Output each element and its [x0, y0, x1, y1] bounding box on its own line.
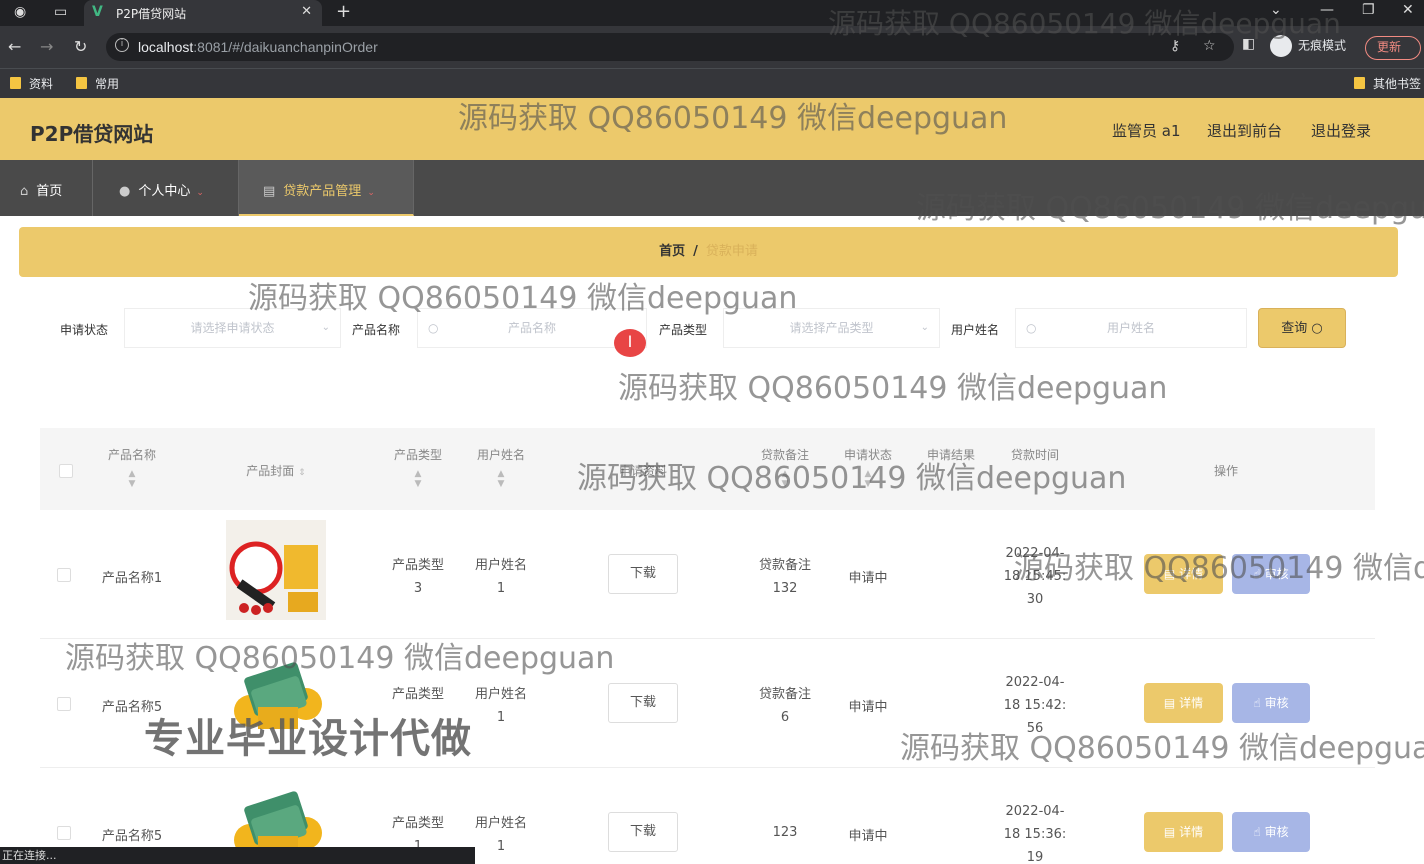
user-filter-label: 用户姓名 [951, 323, 1000, 337]
sort-icon[interactable]: ⇕ [298, 468, 306, 478]
folder-icon [10, 77, 21, 89]
name-filter-label: 产品名称 [352, 323, 401, 337]
row-checkbox[interactable] [57, 568, 71, 582]
logout-link[interactable]: 退出登录 [1311, 120, 1371, 141]
col-product-name[interactable]: 产品名称 ▲ ▼ [92, 446, 172, 489]
query-button[interactable]: 查询 ○ [1258, 308, 1346, 348]
bookmark-folder[interactable]: 常用 [76, 75, 119, 92]
address-url[interactable]: localhost:8081/#/daikuanchanpinOrder [138, 39, 378, 55]
chevron-down-icon: ⌄ [920, 322, 929, 333]
watermark-text: 源码获取 QQ86050149 微信deepguan [577, 461, 1127, 496]
download-button[interactable]: 下载 [608, 812, 678, 852]
status-filter-label: 申请状态 [60, 323, 109, 337]
watermark-text: 源码获取 QQ86050149 微信deepguar [900, 731, 1424, 766]
user-name-input[interactable]: ○ 用户姓名 [1015, 308, 1247, 348]
update-button[interactable]: 更新 [1365, 36, 1421, 60]
col-actions: 操作 [1213, 464, 1238, 478]
back-icon[interactable]: ← [8, 37, 21, 56]
cell-status: 申请中 [848, 829, 888, 844]
watermark-banner: 专业毕业设计代做 [144, 716, 472, 762]
cell-loan-remark: 贷款备注 132 [758, 558, 811, 596]
detail-button[interactable]: ▤ 详情 [1144, 683, 1223, 723]
thumb-up-icon: ☝ [1253, 825, 1261, 839]
document-icon: ▤ [1163, 825, 1176, 839]
watermark-text: 源码获取 QQ86050149 微信deepguan [248, 281, 798, 316]
browser-tab[interactable]: V P2P借贷网站 ✕ [84, 0, 322, 26]
search-icon: ○ [1026, 321, 1037, 335]
sort-icon[interactable]: ▲ ▼ [378, 469, 458, 489]
folder-icon [1354, 77, 1365, 89]
home-icon: ⌂ [20, 184, 29, 199]
cell-status: 申请中 [848, 571, 888, 586]
cell-loan-remark: 123 [772, 825, 798, 840]
row-checkbox[interactable] [57, 826, 71, 840]
cell-user-name: 用户姓名 1 [474, 558, 527, 596]
restore-icon[interactable]: ❐ [1362, 2, 1375, 18]
review-button[interactable]: ☝ 审核 [1232, 683, 1310, 723]
watermark-text: 源码获取 QQ86050149 微信deepgua [916, 191, 1424, 226]
detail-button[interactable]: ▤ 详情 [1144, 812, 1223, 852]
nav-loan-product-management[interactable]: ▤ 贷款产品管理 ⌄ [239, 160, 414, 216]
watermark-text: 源码获取 QQ86050149 微信deepguan [65, 641, 615, 676]
select-all-checkbox[interactable] [59, 464, 73, 478]
sort-icon[interactable]: ▲ ▼ [92, 469, 172, 489]
cell-product-name: 产品名称1 [101, 571, 163, 586]
close-window-icon[interactable]: ✕ [1402, 2, 1414, 18]
tab-search-icon[interactable]: ▭ [54, 4, 67, 20]
col-product-type[interactable]: 产品类型 ▲ ▼ [378, 446, 458, 489]
sort-icon[interactable]: ▲ ▼ [461, 469, 541, 489]
tab-title: P2P借贷网站 [116, 7, 187, 21]
browser-menu-icon[interactable]: ◉ [14, 4, 26, 20]
bookmark-folder[interactable]: 资料 [10, 75, 53, 92]
nav-personal-center[interactable]: ● 个人中心 ⌄ [93, 160, 239, 216]
row-checkbox[interactable] [57, 697, 71, 711]
breadcrumb-current: 贷款申请 [705, 244, 758, 259]
user-icon: ● [119, 184, 131, 199]
cell-product-type: 产品类型 [391, 687, 444, 702]
back-to-front-link[interactable]: 退出到前台 [1207, 120, 1282, 141]
cell-status: 申请中 [848, 700, 888, 715]
thumb-up-icon: ☝ [1253, 696, 1261, 710]
download-button[interactable]: 下载 [608, 683, 678, 723]
browser-status-bar: 正在连接... [0, 847, 475, 864]
new-tab-icon[interactable]: + [336, 1, 351, 22]
breadcrumb: 首页 / 贷款申请 [19, 227, 1398, 277]
cell-user-name: 用户姓名 1 [474, 687, 527, 725]
forward-icon[interactable]: → [40, 37, 53, 56]
other-bookmarks[interactable]: 其他书签 [1354, 75, 1421, 92]
document-icon: ▤ [1163, 696, 1176, 710]
watermark-text: 源码获取 QQ86050149 微信deepguan [828, 7, 1341, 40]
current-user: 监管员 a1 [1112, 122, 1181, 140]
site-info-icon[interactable]: i [115, 38, 129, 52]
cell-product-name: 产品名称5 [101, 829, 163, 844]
nav-home[interactable]: ⌂ 首页 [0, 160, 93, 216]
product-cover-image [226, 520, 326, 620]
download-button[interactable]: 下载 [608, 554, 678, 594]
list-icon: ▤ [263, 184, 276, 199]
watermark-text: 源码获取 QQ86050149 微信d [1014, 551, 1424, 586]
vue-favicon-icon: V [92, 4, 103, 20]
watermark-text: 源码获取 QQ86050149 微信deepguan [458, 101, 1008, 136]
site-title: P2P借贷网站 [30, 122, 154, 146]
cell-loan-time: 2022-04- 18 15:36: 19 [1003, 804, 1067, 864]
col-user-name[interactable]: 用户姓名 ▲ ▼ [461, 446, 541, 489]
col-product-cover[interactable]: 产品封面 ⇕ [226, 462, 326, 479]
review-button[interactable]: ☝ 审核 [1232, 812, 1310, 852]
type-filter-label: 产品类型 [659, 323, 708, 337]
watermark-text: 源码获取 QQ86050149 微信deepguan [618, 371, 1168, 406]
folder-icon [76, 77, 87, 89]
close-tab-icon[interactable]: ✕ [301, 4, 312, 19]
cell-product-type: 产品类型 3 [391, 558, 444, 596]
chevron-down-icon: ⌄ [196, 188, 204, 198]
text-cursor-icon: I [614, 329, 646, 357]
search-icon: ○ [1311, 321, 1323, 336]
breadcrumb-home[interactable]: 首页 [659, 244, 685, 259]
chevron-down-icon: ⌄ [367, 188, 375, 198]
reload-icon[interactable]: ↻ [74, 37, 87, 56]
breadcrumb-separator: / [693, 244, 698, 259]
cell-loan-remark: 贷款备注 6 [758, 687, 811, 725]
